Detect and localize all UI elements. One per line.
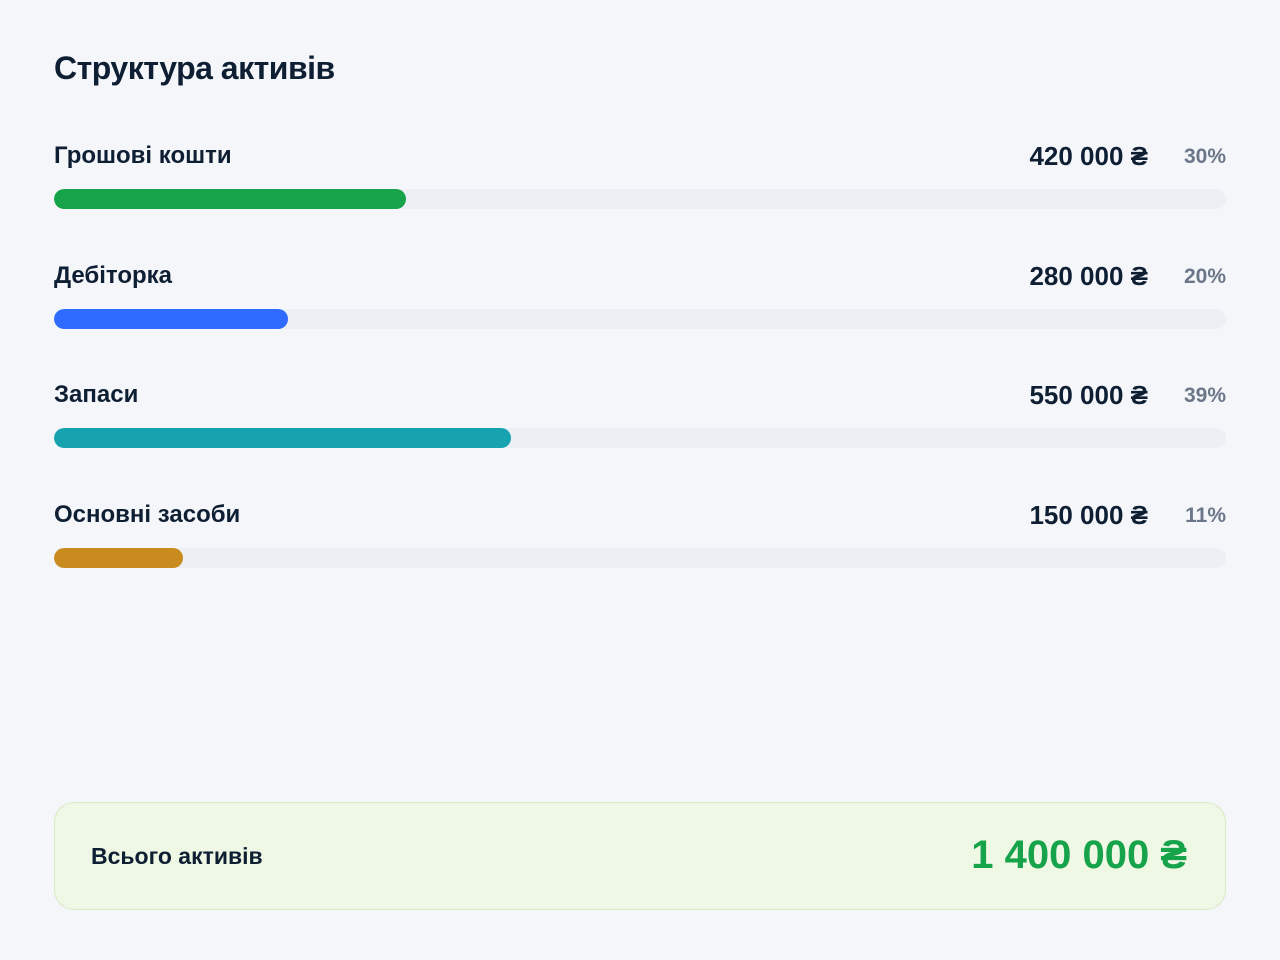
asset-amount: 150 000 ₴ <box>1029 499 1148 530</box>
progress-track <box>54 308 1226 329</box>
asset-label: Запаси <box>54 381 139 408</box>
asset-row-header: Дебіторка 280 000 ₴ 20% <box>54 258 1226 298</box>
asset-row-fixed-assets: Основні засоби 150 000 ₴ 11% <box>54 497 1226 617</box>
asset-row-header: Запаси 550 000 ₴ 39% <box>54 377 1226 417</box>
asset-row-header: Основні засоби 150 000 ₴ 11% <box>54 497 1226 537</box>
asset-list: Грошові кошти 420 000 ₴ 30% Дебіторка 28… <box>54 138 1226 616</box>
asset-row-header: Грошові кошти 420 000 ₴ 30% <box>54 138 1226 178</box>
total-label: Всього активів <box>91 843 263 869</box>
asset-label: Дебіторка <box>54 261 173 289</box>
asset-row-cash: Грошові кошти 420 000 ₴ 30% <box>54 138 1226 258</box>
asset-percent: 20% <box>1183 264 1226 288</box>
total-value: 1 400 000 ₴ <box>971 833 1187 877</box>
progress-fill <box>54 428 512 448</box>
page-title: Структура активів <box>54 50 335 86</box>
asset-percent: 30% <box>1183 145 1226 168</box>
asset-percent: 11% <box>1185 503 1226 527</box>
asset-amount: 280 000 ₴ <box>1029 260 1148 291</box>
asset-amount: 420 000 ₴ <box>1029 141 1148 171</box>
progress-fill <box>54 189 406 209</box>
asset-label: Грошові кошти <box>54 142 232 169</box>
asset-row-inventory: Запаси 550 000 ₴ 39% <box>54 377 1226 497</box>
progress-track <box>54 189 1226 209</box>
progress-track <box>54 547 1226 568</box>
asset-amount: 550 000 ₴ <box>1029 380 1148 410</box>
total-assets-card: Всього активів 1 400 000 ₴ <box>54 802 1226 910</box>
asset-label: Основні засоби <box>54 500 241 528</box>
asset-percent: 39% <box>1183 384 1226 407</box>
asset-row-receivables: Дебіторка 280 000 ₴ 20% <box>54 258 1226 378</box>
progress-fill <box>54 547 183 568</box>
progress-fill <box>54 308 289 329</box>
progress-track <box>54 428 1226 448</box>
